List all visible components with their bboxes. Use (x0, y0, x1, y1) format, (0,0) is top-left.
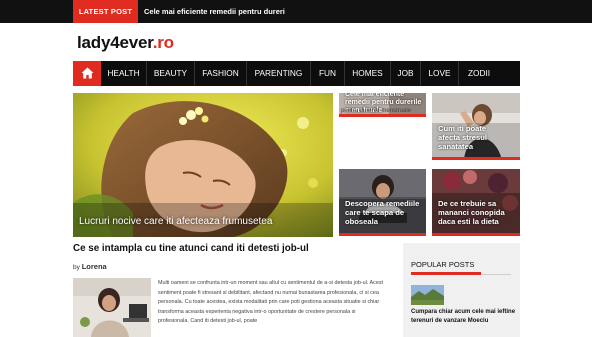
nav-item-parenting[interactable]: PARENTING (247, 61, 311, 86)
article-byline: by Lorena (73, 262, 107, 271)
latest-post-ticker[interactable]: Cele mai eficiente remedii pentru dureri (144, 0, 354, 23)
post-tile-2[interactable]: Cum iti poate afecta stresul sanatatea (432, 93, 520, 160)
tile-3-caption[interactable]: Descopera remediile care te scapa de obo… (345, 199, 421, 226)
popular-posts-heading: POPULAR POSTS (411, 260, 475, 269)
article-excerpt: Multi oameni se confrunta intr-un moment… (158, 280, 384, 324)
popular-post-thumbnail[interactable] (411, 285, 444, 305)
logo-suffix: .ro (152, 33, 174, 52)
nav-item-job[interactable]: JOB (391, 61, 421, 86)
tile-4-accent-bar (432, 233, 520, 236)
nav-item-love[interactable]: LOVE (421, 61, 459, 86)
nav-home-button[interactable] (73, 61, 101, 86)
tile-2-caption[interactable]: Cum iti poate afecta stresul sanatatea (438, 124, 510, 151)
post-tile-3[interactable]: Descopera remediile care te scapa de obo… (339, 169, 426, 236)
nav-item-homes[interactable]: HOMES (345, 61, 391, 86)
top-bar: LATEST POST Cele mai eficiente remedii p… (0, 0, 592, 23)
article-thumbnail[interactable] (73, 278, 151, 337)
popular-posts-accent-bar (411, 272, 481, 275)
popular-post-title[interactable]: Cumpara chiar acum cele mai ieftine tere… (411, 308, 517, 326)
nav-item-fashion[interactable]: FASHION (195, 61, 247, 86)
article-author[interactable]: Lorena (82, 262, 107, 271)
tile-1-subtitle: pentru durerile menstruale (341, 108, 412, 114)
nav-item-fun[interactable]: FUN (311, 61, 345, 86)
tile-2-accent-bar (432, 157, 520, 160)
tile-4-caption[interactable]: De ce trebuie sa mananci conopida daca e… (438, 199, 518, 226)
byline-by: by (73, 264, 80, 271)
nav-item-zodii[interactable]: ZODII (459, 61, 499, 86)
sidebar-popular-posts: POPULAR POSTS Cumpara chiar acum cele ma… (403, 243, 520, 337)
hero-caption[interactable]: Lucruri nocive care iti afecteaza frumus… (79, 216, 272, 227)
article-title[interactable]: Ce se intampla cu tine atunci cand iti d… (73, 243, 309, 254)
tile-3-accent-bar (339, 233, 426, 236)
post-tile-4[interactable]: De ce trebuie sa mananci conopida daca e… (432, 169, 520, 236)
main-nav: HEALTH BEAUTY FASHION PARENTING FUN HOME… (73, 61, 520, 86)
featured-post-hero[interactable]: Lucruri nocive care iti afecteaza frumus… (73, 93, 333, 237)
article-image (73, 278, 151, 337)
latest-post-label: LATEST POST (73, 0, 138, 23)
site-logo[interactable]: lady4ever.ro (77, 33, 174, 53)
logo-main: lady4ever (77, 33, 153, 52)
nav-item-health[interactable]: HEALTH (101, 61, 147, 86)
popular-post-image (411, 285, 444, 305)
home-icon (81, 67, 94, 79)
nav-item-beauty[interactable]: BEAUTY (147, 61, 195, 86)
